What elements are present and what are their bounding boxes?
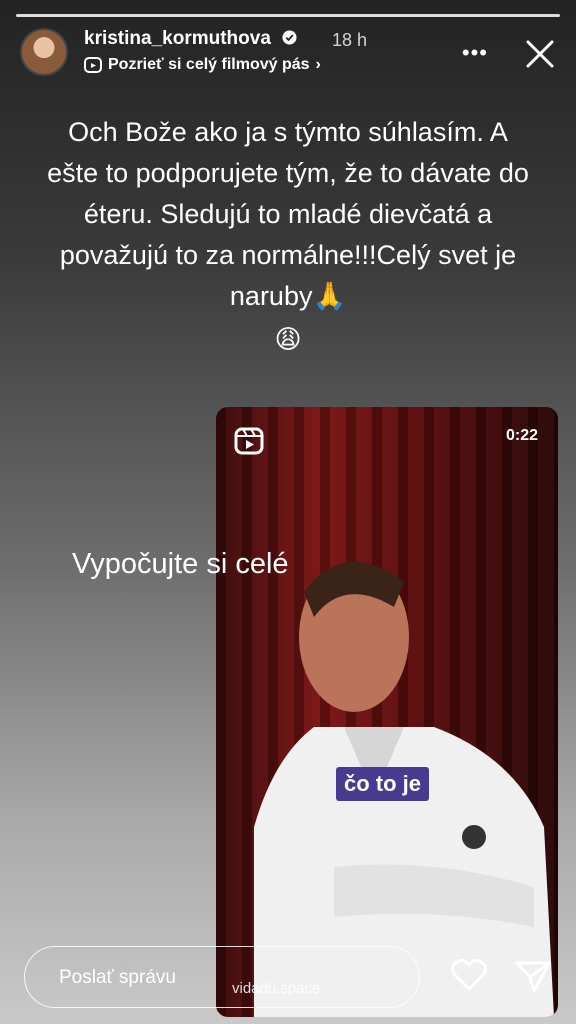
reels-icon (234, 427, 264, 455)
reels-icon (84, 57, 102, 73)
story-header: kristina_kormuthova 18 h Pozrieť si celý… (20, 26, 560, 82)
send-icon[interactable] (514, 958, 552, 994)
heart-icon[interactable] (450, 956, 488, 994)
avatar[interactable] (20, 28, 68, 76)
reel-card[interactable]: 0:22 čo to je vidadu.space (216, 407, 558, 1017)
username[interactable]: kristina_kormuthova (84, 28, 297, 50)
message-input[interactable]: Poslať správu (24, 946, 420, 1008)
emoji-tired: 😩 (274, 324, 302, 354)
post-time: 18 h (332, 30, 368, 50)
username-text: kristina_kormuthova (84, 28, 271, 49)
reel-caption: čo to je (336, 767, 430, 801)
reel-duration: 0:22 (505, 427, 538, 444)
story-progress-bar (16, 14, 560, 17)
overlay-text: Vypočujte si celé (72, 548, 289, 580)
story-text-body: Och Bože ako ja s týmto súhlasím. A ešte… (47, 117, 529, 311)
view-reel-link[interactable]: Pozrieť si celý filmový pás › (84, 56, 321, 74)
verified-icon (282, 30, 297, 45)
view-reel-label: Pozrieť si celý filmový pás (108, 56, 310, 73)
chevron-right-icon: › (315, 56, 321, 73)
more-icon[interactable]: ••• (462, 40, 488, 66)
close-icon[interactable] (520, 34, 560, 74)
story-text: Och Bože ako ja s týmto súhlasím. A ešte… (40, 112, 536, 360)
message-placeholder: Poslať správu (59, 967, 176, 988)
